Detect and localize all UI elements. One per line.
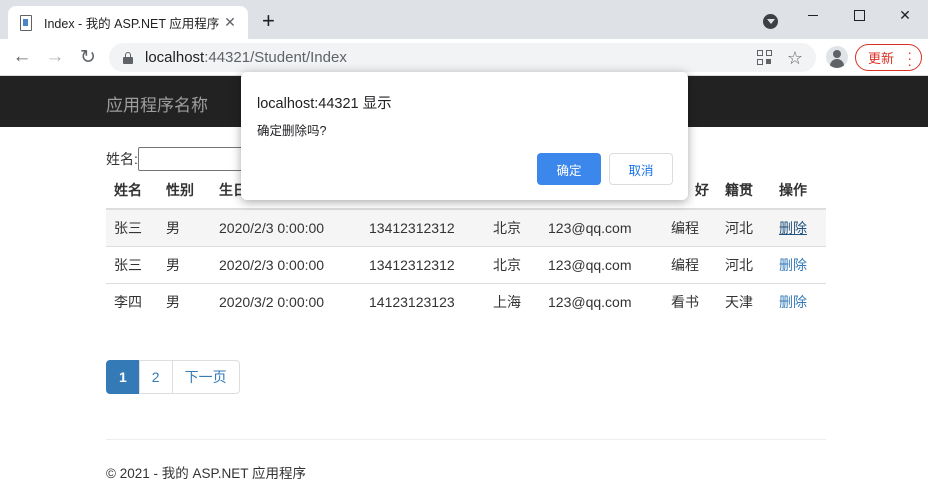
header-actions: 操作 (771, 172, 826, 210)
pagination: 1 2 下一页 (106, 360, 240, 394)
name-label: 姓名: (106, 151, 138, 167)
cell-hobby: 编程 (663, 245, 717, 283)
cell-address: 上海 (485, 282, 540, 320)
browser-toolbar: ← → ↻ localhost:44321/Student/Index ☆ 更新… (0, 39, 928, 76)
site-brand[interactable]: 应用程序名称 (106, 91, 208, 116)
header-hometown: 籍贯 (717, 172, 771, 210)
cell-email: 123@qq.com (540, 208, 663, 246)
table-row: 张三 男 2020/2/3 0:00:00 13412312312 北京 123… (106, 245, 826, 283)
cell-address: 北京 (485, 245, 540, 283)
page-2-button[interactable]: 2 (138, 360, 173, 394)
cell-actions: 删除 (771, 208, 826, 246)
footer-text: © 2021 - 我的 ASP.NET 应用程序 (106, 466, 307, 481)
cell-actions: 删除 (771, 245, 826, 283)
table-row: 张三 男 2020/2/3 0:00:00 13412312312 北京 123… (106, 208, 826, 246)
delete-link[interactable]: 删除 (779, 220, 807, 236)
address-bar[interactable]: localhost:44321/Student/Index ☆ (109, 43, 816, 72)
dialog-title: localhost:44321 显示 (257, 96, 392, 112)
tab-search-icon[interactable] (763, 14, 778, 29)
lock-icon (123, 51, 133, 64)
cell-gender: 男 (158, 282, 211, 320)
table-row: 李四 男 2020/3/2 0:00:00 14123123123 上海 123… (106, 282, 826, 320)
browser-tab[interactable]: Index - 我的 ASP.NET 应用程序 ✕ (8, 6, 248, 39)
cell-hobby: 看书 (663, 282, 717, 320)
page-icon (18, 14, 34, 31)
cell-hometown: 河北 (717, 245, 771, 283)
forward-button[interactable]: → (42, 44, 68, 70)
cell-phone: 14123123123 (361, 282, 485, 320)
reload-button[interactable]: ↻ (75, 44, 101, 70)
cell-actions: 删除 (771, 282, 826, 320)
cell-hobby: 编程 (663, 208, 717, 246)
new-tab-button[interactable]: + (262, 8, 275, 34)
confirm-dialog: localhost:44321 显示 确定删除吗? 确定 取消 (241, 72, 688, 200)
cell-hometown: 天津 (717, 282, 771, 320)
back-button[interactable]: ← (9, 44, 35, 70)
cell-birthday: 2020/2/3 0:00:00 (211, 208, 361, 246)
confirm-ok-button[interactable]: 确定 (537, 153, 601, 185)
cell-phone: 13412312312 (361, 208, 485, 246)
cell-gender: 男 (158, 245, 211, 283)
cell-name: 张三 (106, 208, 158, 246)
qr-code-icon[interactable] (756, 49, 774, 67)
cell-address: 北京 (485, 208, 540, 246)
cell-birthday: 2020/3/2 0:00:00 (211, 282, 361, 320)
header-gender: 性别 (158, 172, 211, 210)
cell-name: 张三 (106, 245, 158, 283)
url-text: localhost:44321/Student/Index (145, 49, 347, 66)
cell-phone: 13412312312 (361, 245, 485, 283)
search-form: 姓名: (106, 147, 258, 171)
cell-gender: 男 (158, 208, 211, 246)
dialog-message: 确定删除吗? (257, 124, 327, 138)
tab-strip: Index - 我的 ASP.NET 应用程序 ✕ + ✕ (0, 0, 928, 39)
bookmark-star-icon[interactable]: ☆ (786, 49, 804, 67)
cell-hometown: 河北 (717, 208, 771, 246)
cell-email: 123@qq.com (540, 245, 663, 283)
maximize-button[interactable] (836, 0, 882, 30)
name-search-input[interactable] (137, 147, 258, 171)
update-button[interactable]: 更新 · · · (855, 44, 922, 71)
minimize-button[interactable] (790, 0, 836, 30)
menu-dots-icon: · · · (907, 44, 912, 72)
cell-name: 李四 (106, 282, 158, 320)
next-page-button[interactable]: 下一页 (171, 360, 240, 394)
cell-email: 123@qq.com (540, 282, 663, 320)
close-window-button[interactable]: ✕ (882, 0, 928, 30)
delete-link[interactable]: 删除 (779, 257, 807, 273)
footer-divider (106, 439, 826, 440)
update-label: 更新 (868, 51, 895, 66)
cell-birthday: 2020/2/3 0:00:00 (211, 245, 361, 283)
page-1-button[interactable]: 1 (106, 360, 140, 394)
tab-title: Index - 我的 ASP.NET 应用程序 (44, 17, 220, 31)
profile-avatar[interactable] (826, 46, 848, 68)
delete-link[interactable]: 删除 (779, 294, 807, 310)
close-tab-icon[interactable]: ✕ (222, 14, 238, 31)
confirm-cancel-button[interactable]: 取消 (609, 153, 673, 185)
header-name: 姓名 (106, 172, 158, 210)
